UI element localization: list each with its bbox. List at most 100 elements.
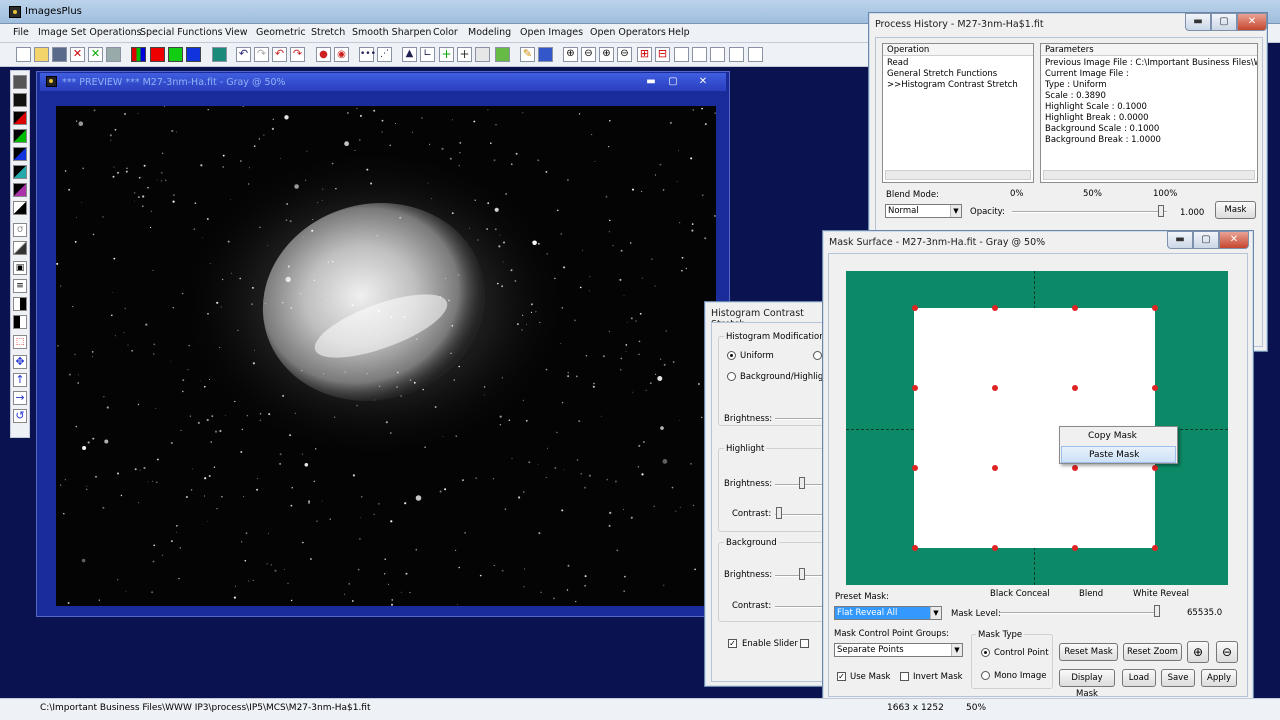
operation-scrollbar[interactable] xyxy=(885,170,1031,180)
save-button[interactable]: Save xyxy=(1161,669,1195,687)
target-icon[interactable]: ● xyxy=(316,47,331,62)
highlight-brightness-thumb[interactable] xyxy=(799,477,805,489)
brightness-slider[interactable] xyxy=(775,418,825,420)
invert-mask-checkbox[interactable] xyxy=(900,672,909,681)
dots-icon[interactable]: ••• xyxy=(359,47,376,62)
ms-maximize-button[interactable]: ▢ xyxy=(1193,231,1219,249)
tool-save-icon[interactable] xyxy=(13,75,27,89)
preview-minimize-button[interactable]: ▬ xyxy=(642,75,660,88)
frame-1-icon[interactable] xyxy=(674,47,689,62)
mono-image-radio[interactable] xyxy=(981,671,990,680)
background-highlight-radio[interactable] xyxy=(727,372,736,381)
close-all-icon[interactable]: ✕ xyxy=(88,47,103,62)
preview-maximize-button[interactable]: ▢ xyxy=(664,75,682,88)
control-point[interactable] xyxy=(992,465,998,471)
curves-icon[interactable]: ∟ xyxy=(420,47,435,62)
menu-open-operators[interactable]: Open Operators xyxy=(590,27,666,38)
highlight-contrast-slider[interactable] xyxy=(775,514,825,516)
preset-mask-select[interactable]: Flat Reveal All ▼ xyxy=(834,606,942,620)
operation-list[interactable]: Operation Read General Stretch Functions… xyxy=(882,43,1034,183)
control-point[interactable] xyxy=(912,305,918,311)
tool-up-arrow-icon[interactable]: ↑ xyxy=(13,373,27,387)
menu-special-functions[interactable]: Special Functions xyxy=(140,27,223,38)
menu-stretch[interactable]: Stretch xyxy=(311,27,345,38)
pencil-icon[interactable]: ✎ xyxy=(520,47,535,62)
menu-smooth-sharpen[interactable]: Smooth Sharpen xyxy=(352,27,431,38)
redo-all-icon[interactable]: ↷ xyxy=(290,47,305,62)
tool-levels-icon[interactable]: ≡ xyxy=(13,279,27,293)
ms-minimize-button[interactable]: ▬ xyxy=(1167,231,1193,249)
blue-channel-icon[interactable] xyxy=(186,47,201,62)
undo-all-icon[interactable]: ↶ xyxy=(272,47,287,62)
tool-move-icon[interactable]: ✥ xyxy=(13,355,27,369)
paste-mask-menu-item[interactable]: Paste Mask xyxy=(1061,446,1176,463)
frame-3-icon[interactable] xyxy=(710,47,725,62)
menu-modeling[interactable]: Modeling xyxy=(468,27,511,38)
tool-magenta-icon[interactable] xyxy=(13,183,27,197)
red-channel-icon[interactable] xyxy=(150,47,165,62)
menu-image-set-operations[interactable]: Image Set Operations xyxy=(38,27,142,38)
tool-split-icon[interactable] xyxy=(13,297,27,311)
image-icon[interactable] xyxy=(495,47,510,62)
opacity-slider-thumb[interactable] xyxy=(1158,205,1164,217)
open-folder-icon[interactable] xyxy=(34,47,49,62)
enable-slider-checkbox[interactable]: ✓ xyxy=(728,639,737,648)
histogram-icon[interactable]: ▲ xyxy=(402,47,417,62)
color-table-icon[interactable] xyxy=(212,47,227,62)
reset-zoom-button[interactable]: Reset Zoom xyxy=(1123,643,1182,661)
tool-split2-icon[interactable] xyxy=(13,315,27,329)
table-icon[interactable] xyxy=(538,47,553,62)
close-image-icon[interactable]: ✕ xyxy=(70,47,85,62)
save-icon[interactable] xyxy=(52,47,67,62)
parameters-list[interactable]: Parameters Previous Image File : C:\Impo… xyxy=(1040,43,1258,183)
menu-open-images[interactable]: Open Images xyxy=(520,27,583,38)
tool-green-icon[interactable] xyxy=(13,129,27,143)
control-point[interactable] xyxy=(1152,305,1158,311)
tool-gradient-icon[interactable] xyxy=(13,241,27,255)
menu-help[interactable]: Help xyxy=(668,27,690,38)
frame-5-icon[interactable] xyxy=(748,47,763,62)
redo-icon[interactable]: ↷ xyxy=(254,47,269,62)
operation-item[interactable]: Read xyxy=(887,58,908,68)
zoom-out-icon[interactable]: ⊖ xyxy=(581,47,596,62)
shrink-icon[interactable]: ⊟ xyxy=(655,47,670,62)
tool-cyan-icon[interactable] xyxy=(13,165,27,179)
control-point[interactable] xyxy=(1072,385,1078,391)
menu-view[interactable]: View xyxy=(225,27,248,38)
control-point[interactable] xyxy=(1152,385,1158,391)
frame-2-icon[interactable] xyxy=(692,47,707,62)
control-point[interactable] xyxy=(992,305,998,311)
operation-item[interactable]: >>Histogram Contrast Stretch xyxy=(887,80,1018,90)
control-point[interactable] xyxy=(1072,465,1078,471)
undo-icon[interactable]: ↶ xyxy=(236,47,251,62)
highlight-contrast-thumb[interactable] xyxy=(776,507,782,519)
apply-button[interactable]: Apply xyxy=(1201,669,1237,687)
control-point[interactable] xyxy=(1152,545,1158,551)
print-icon[interactable] xyxy=(106,47,121,62)
nebula-image[interactable] xyxy=(56,106,716,606)
add-icon[interactable]: + xyxy=(439,47,454,62)
other-radio[interactable] xyxy=(813,351,822,360)
grid-icon[interactable] xyxy=(475,47,490,62)
tool-frame-icon[interactable]: ▣ xyxy=(13,261,27,275)
background-contrast-slider[interactable] xyxy=(775,606,825,608)
rgb-channels-icon[interactable] xyxy=(131,47,146,62)
control-point-groups-select[interactable]: Separate Points ▼ xyxy=(834,643,963,657)
uniform-radio[interactable] xyxy=(727,351,736,360)
record-icon[interactable]: ◉ xyxy=(334,47,349,62)
mask-button[interactable]: Mask xyxy=(1215,201,1256,219)
parameters-scrollbar[interactable] xyxy=(1043,170,1255,180)
mask-level-slider[interactable] xyxy=(1000,612,1160,614)
control-point[interactable] xyxy=(1072,545,1078,551)
tool-crop-icon[interactable]: ⬚ xyxy=(13,335,27,349)
control-point[interactable] xyxy=(1152,465,1158,471)
control-point[interactable] xyxy=(1072,305,1078,311)
tool-black-icon[interactable] xyxy=(13,93,27,107)
crosshair-icon[interactable]: + xyxy=(457,47,472,62)
tool-sigma-icon[interactable]: σ xyxy=(13,223,27,237)
frame-4-icon[interactable] xyxy=(729,47,744,62)
tool-right-arrow-icon[interactable]: → xyxy=(13,391,27,405)
zoom-in-icon[interactable]: ⊕ xyxy=(563,47,578,62)
menu-geometric[interactable]: Geometric xyxy=(256,27,306,38)
points-icon[interactable]: ⋰ xyxy=(377,47,392,62)
